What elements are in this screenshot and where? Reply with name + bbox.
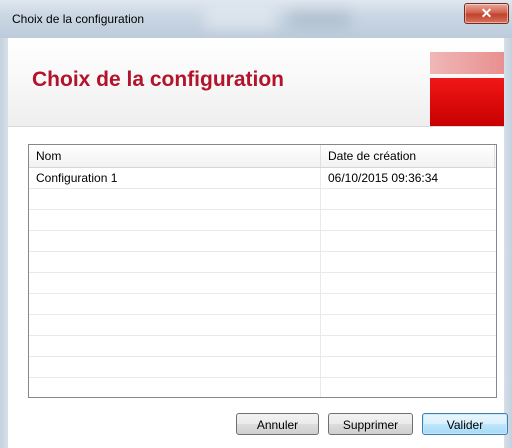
cell-creation-date [321, 315, 496, 335]
titlebar-glass-highlight [205, 8, 275, 30]
table-row[interactable] [29, 252, 496, 273]
cell-creation-date [321, 294, 496, 314]
cell-name [29, 378, 321, 397]
window-frame-left [0, 38, 8, 448]
cell-creation-date [321, 189, 496, 209]
cell-name [29, 273, 321, 293]
table-row[interactable] [29, 294, 496, 315]
cell-creation-date [321, 210, 496, 230]
table-row[interactable] [29, 273, 496, 294]
title-bar[interactable]: Choix de la configuration ✕ [0, 0, 512, 38]
cell-creation-date: 06/10/2015 09:36:34 [328, 171, 439, 185]
close-button[interactable]: ✕ [464, 3, 509, 24]
validate-button[interactable]: Valider [422, 413, 508, 435]
titlebar-glass-shadow [290, 10, 350, 28]
table-row[interactable] [29, 315, 496, 336]
banner-accent-red [430, 78, 504, 126]
column-header-creation-date[interactable]: Date de création [321, 145, 495, 167]
list-header: Nom Date de création [29, 145, 496, 168]
table-row[interactable] [29, 210, 496, 231]
window-title: Choix de la configuration [12, 12, 145, 26]
table-row[interactable]: Configuration 1 06/10/2015 09:36:34 [29, 168, 496, 189]
list-rows: Configuration 1 06/10/2015 09:36:34 [29, 168, 496, 397]
cell-name [29, 336, 321, 356]
column-header-name[interactable]: Nom [29, 145, 321, 167]
cancel-button[interactable]: Annuler [236, 413, 319, 435]
table-row[interactable] [29, 189, 496, 210]
cell-name [29, 315, 321, 335]
cell-name [29, 357, 321, 377]
close-icon: ✕ [480, 5, 493, 21]
table-row[interactable] [29, 231, 496, 252]
cell-name [29, 231, 321, 251]
banner-accent-light [430, 52, 504, 74]
cell-creation-date [321, 231, 496, 251]
header-banner: Choix de la configuration [8, 38, 504, 127]
cell-creation-date [321, 378, 496, 397]
cell-creation-date [321, 357, 496, 377]
cell-creation-date [321, 336, 496, 356]
cell-creation-date [321, 273, 496, 293]
window-frame-right [504, 38, 512, 448]
cell-name [29, 294, 321, 314]
cell-name: Configuration 1 [29, 168, 321, 188]
dialog-heading: Choix de la configuration [32, 68, 285, 91]
cell-creation-date [321, 252, 496, 272]
cell-name [29, 252, 321, 272]
configuration-list[interactable]: Nom Date de création Configuration 1 06/1… [28, 144, 497, 398]
delete-button[interactable]: Supprimer [328, 413, 413, 435]
table-row[interactable] [29, 357, 496, 378]
cell-name [29, 210, 321, 230]
table-row[interactable] [29, 336, 496, 357]
table-row[interactable] [29, 378, 496, 397]
cell-name [29, 189, 321, 209]
